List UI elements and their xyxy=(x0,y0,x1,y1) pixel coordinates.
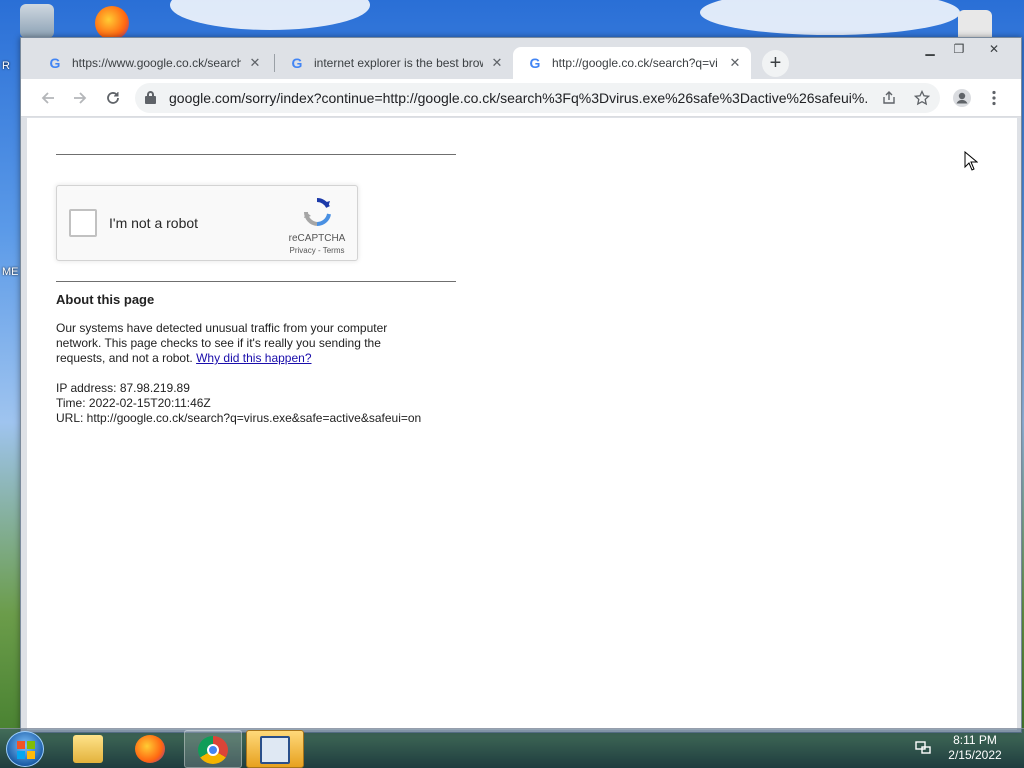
about-heading: About this page xyxy=(56,292,155,307)
google-g-icon: G xyxy=(49,55,61,71)
recaptcha-brand: reCAPTCHA xyxy=(288,233,346,244)
tab-title: https://www.google.co.ck/search xyxy=(72,56,241,70)
request-details: IP address: 87.98.219.89 Time: 2022-02-1… xyxy=(56,381,421,426)
desktop-label: R xyxy=(2,60,10,72)
reload-button[interactable] xyxy=(98,83,128,113)
tab-close-icon[interactable]: ✕ xyxy=(489,55,505,71)
back-arrow-icon xyxy=(41,92,54,104)
firefox-icon xyxy=(135,735,165,763)
taskbar: 8:11 PM 2/15/2022 xyxy=(0,728,1024,768)
share-icon[interactable] xyxy=(876,83,902,113)
close-window-button[interactable]: ✕ xyxy=(981,40,1007,58)
recaptcha-logo-icon xyxy=(303,197,331,227)
page-content: I'm not a robot reCAPTCHA Privacy - Term… xyxy=(27,118,1017,730)
clock-date: 2/15/2022 xyxy=(948,748,1002,762)
recaptcha-checkbox[interactable] xyxy=(69,209,97,237)
recaptcha-label[interactable]: I'm not a robot xyxy=(109,215,198,231)
google-g-icon: G xyxy=(529,55,541,71)
why-did-this-happen-link[interactable]: Why did this happen? xyxy=(196,351,311,365)
task-app-icon xyxy=(260,736,290,764)
address-bar-url[interactable]: google.com/sorry/index?continue=http://g… xyxy=(169,83,869,113)
taskbar-chrome[interactable] xyxy=(184,730,242,768)
tab-title: internet explorer is the best brow xyxy=(314,56,483,70)
minimize-button[interactable]: ▁ xyxy=(917,40,943,58)
ip-address: IP address: 87.98.219.89 xyxy=(56,381,190,395)
cloud xyxy=(170,0,370,30)
start-button[interactable] xyxy=(6,731,44,767)
system-clock[interactable]: 8:11 PM 2/15/2022 xyxy=(940,733,1010,763)
browser-window: G https://www.google.co.ck/search ✕ G in… xyxy=(20,37,1022,733)
firefox-desktop-icon[interactable] xyxy=(95,6,129,40)
message-line: network. This page checks to see if it's… xyxy=(56,336,381,350)
profile-button[interactable] xyxy=(947,83,977,113)
cloud xyxy=(700,0,960,35)
taskbar-firefox[interactable] xyxy=(122,730,180,768)
tab-google-search[interactable]: G https://www.google.co.ck/search ✕ xyxy=(33,47,271,79)
google-g-icon: G xyxy=(291,55,303,71)
tab-title: http://google.co.ck/search?q=vi xyxy=(552,56,718,70)
unusual-traffic-message: Our systems have detected unusual traffi… xyxy=(56,321,387,366)
tab-strip: G https://www.google.co.ck/search ✕ G in… xyxy=(21,38,1021,79)
chrome-icon xyxy=(198,736,228,764)
bookmark-star-icon[interactable] xyxy=(909,83,935,113)
browser-toolbar: google.com/sorry/index?continue=http://g… xyxy=(21,79,1021,117)
menu-button[interactable] xyxy=(979,83,1009,113)
divider-top xyxy=(56,154,456,155)
tab-close-icon[interactable]: ✕ xyxy=(727,55,743,71)
message-line: requests, and not a robot. Why did this … xyxy=(56,351,387,366)
taskbar-app[interactable] xyxy=(246,730,304,768)
message-line: Our systems have detected unusual traffi… xyxy=(56,321,388,335)
message-text: requests, and not a robot. xyxy=(56,351,197,365)
recaptcha-widget: I'm not a robot reCAPTCHA Privacy - Term… xyxy=(56,185,358,261)
blocked-url: URL: http://google.co.ck/search?q=virus.… xyxy=(56,411,422,425)
recaptcha-privacy-terms-links[interactable]: Privacy - Terms xyxy=(279,246,355,255)
mouse-cursor-icon xyxy=(964,151,978,171)
lock-icon[interactable] xyxy=(145,91,156,104)
network-tray-icon[interactable] xyxy=(914,739,932,757)
windows-logo-icon xyxy=(17,741,35,759)
forward-arrow-icon xyxy=(74,92,87,104)
timestamp: Time: 2022-02-15T20:11:46Z xyxy=(56,396,211,410)
recycle-bin-icon[interactable] xyxy=(20,4,54,38)
forward-button[interactable] xyxy=(65,83,95,113)
desktop-label: ME xyxy=(2,266,19,278)
restore-button[interactable]: ❐ xyxy=(946,40,972,58)
new-tab-button[interactable]: + xyxy=(762,50,789,77)
divider-bottom xyxy=(56,281,456,282)
tab-google-sorry-active[interactable]: G http://google.co.ck/search?q=vi ✕ xyxy=(513,47,751,79)
address-bar[interactable]: google.com/sorry/index?continue=http://g… xyxy=(135,83,940,113)
more-vertical-icon xyxy=(992,90,996,106)
back-button[interactable] xyxy=(33,83,63,113)
taskbar-explorer[interactable] xyxy=(60,730,118,768)
tab-close-icon[interactable]: ✕ xyxy=(247,55,263,71)
profile-avatar-icon xyxy=(953,89,971,107)
tab-internet-explorer[interactable]: G internet explorer is the best brow ✕ xyxy=(275,47,513,79)
clock-time: 8:11 PM xyxy=(953,733,997,747)
windows-explorer-icon xyxy=(73,735,103,763)
reload-icon xyxy=(107,92,119,104)
